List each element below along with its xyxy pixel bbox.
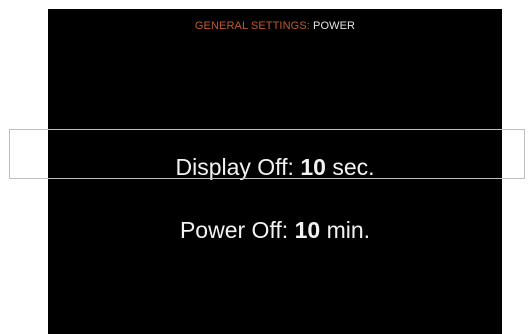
display-off-label: Display Off: [175,154,294,180]
breadcrumb: GENERAL SETTINGS: POWER [48,20,502,32]
breadcrumb-page: POWER [313,20,356,32]
power-off-label: Power Off: [179,217,289,243]
power-off-setting[interactable]: Power Off: 10 min. [48,217,502,244]
power-off-value: 10 [294,217,321,243]
display-off-value: 10 [300,154,326,180]
display-off-unit: sec. [332,154,375,180]
breadcrumb-section: GENERAL SETTINGS: [194,20,310,32]
settings-screen: GENERAL SETTINGS: POWER Display Off: 10 … [48,9,502,334]
display-off-setting[interactable]: Display Off: 10 sec. [48,154,502,181]
power-off-unit: min. [326,217,371,243]
